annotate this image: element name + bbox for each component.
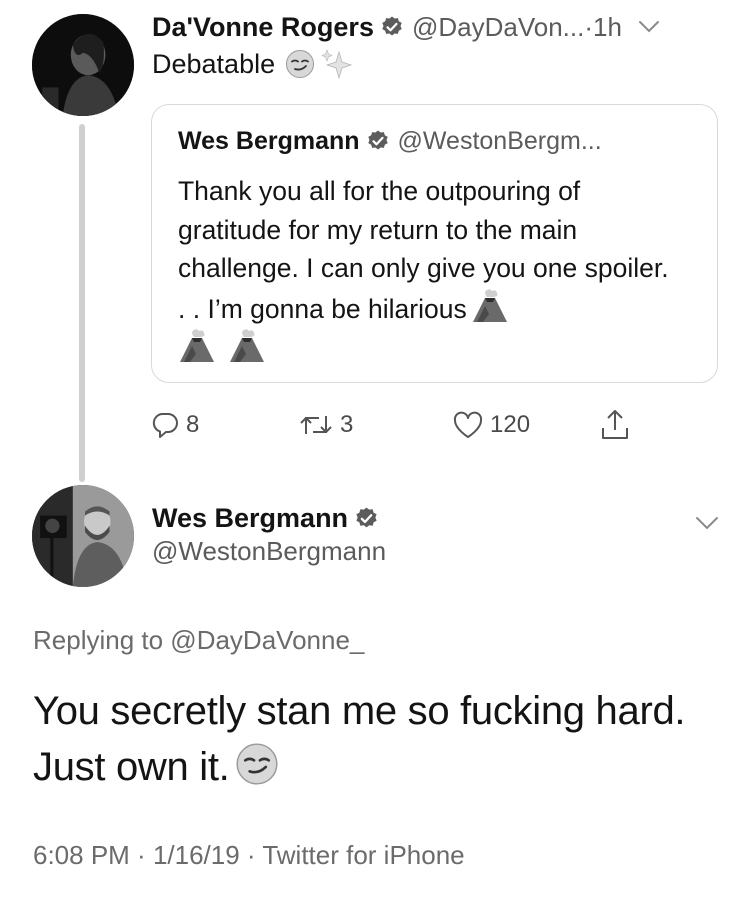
time-separator: · — [584, 11, 594, 42]
author-name[interactable]: Da'Vonne Rogers — [152, 12, 374, 43]
author-handle[interactable]: @DayDaVon... — [412, 12, 584, 43]
heart-icon — [452, 410, 484, 440]
quoted-tweet-header: Wes Bergmann @WestonBergm... — [178, 124, 602, 158]
replying-to[interactable]: Replying to @DayDaVonne_ — [33, 625, 364, 656]
focused-tweet-text-block: You secretly stan me so fucking hard. Ju… — [33, 683, 733, 795]
tweet-date: 1/16/19 — [152, 840, 240, 870]
share-icon — [599, 408, 631, 442]
reply-count: 8 — [186, 411, 200, 438]
volcano-emoji-icon — [178, 328, 216, 364]
focused-tweet-text: You secretly stan me so fucking hard. Ju… — [33, 689, 686, 789]
focused-author-name[interactable]: Wes Bergmann — [152, 503, 348, 534]
quoted-author-name: Wes Bergmann — [178, 126, 360, 155]
reply-button[interactable]: 8 — [150, 405, 199, 445]
focused-tweet-header: Wes Bergmann — [152, 500, 387, 536]
meta-separator: · — [239, 840, 263, 870]
tweet-source[interactable]: Twitter for iPhone — [262, 840, 464, 870]
chevron-down-icon[interactable] — [695, 516, 719, 531]
tweet-timestamp: 6:08 PM — [33, 840, 130, 870]
tweet-action-bar: 8 3 120 — [150, 405, 650, 445]
volcano-emoji-icon — [471, 288, 509, 324]
verified-badge-icon — [354, 506, 379, 531]
quoted-tweet-text-block: Thank you all for the outpouring of grat… — [178, 172, 678, 369]
tweet-header: Da'Vonne Rogers @DayDaVon... · 1h — [152, 10, 660, 44]
like-count: 120 — [490, 411, 531, 438]
avatar-davonne[interactable] — [32, 14, 134, 116]
tweet-text: Debatable — [152, 48, 276, 79]
retweet-button[interactable]: 3 — [298, 405, 353, 445]
verified-badge-icon — [380, 15, 404, 39]
chevron-down-icon[interactable] — [638, 20, 660, 34]
thread-connector-line — [79, 124, 85, 482]
reply-icon — [150, 410, 180, 440]
meta-separator: · — [129, 840, 153, 870]
focused-author-handle[interactable]: @WestonBergmann — [152, 536, 386, 567]
smirk-emoji-icon — [235, 742, 279, 786]
tweet-metadata: 6:08 PM · 1/16/19 · Twitter for iPhone — [33, 840, 465, 871]
tweet-text-row: Debatable — [152, 48, 353, 80]
quoted-author-handle: @WestonBergm... — [397, 126, 602, 155]
quoted-tweet-text: Thank you all for the outpouring of grat… — [178, 176, 669, 324]
sparkles-emoji-icon — [319, 48, 353, 80]
volcano-emoji-icon — [228, 328, 266, 364]
smirk-emoji-icon — [285, 49, 315, 79]
verified-badge-icon — [366, 129, 390, 153]
avatar-wes[interactable] — [32, 485, 134, 587]
share-button[interactable] — [599, 405, 637, 445]
like-button[interactable]: 120 — [452, 405, 530, 445]
retweet-icon — [298, 410, 334, 440]
tweet-time[interactable]: 1h — [593, 12, 622, 43]
retweet-count: 3 — [340, 411, 354, 438]
